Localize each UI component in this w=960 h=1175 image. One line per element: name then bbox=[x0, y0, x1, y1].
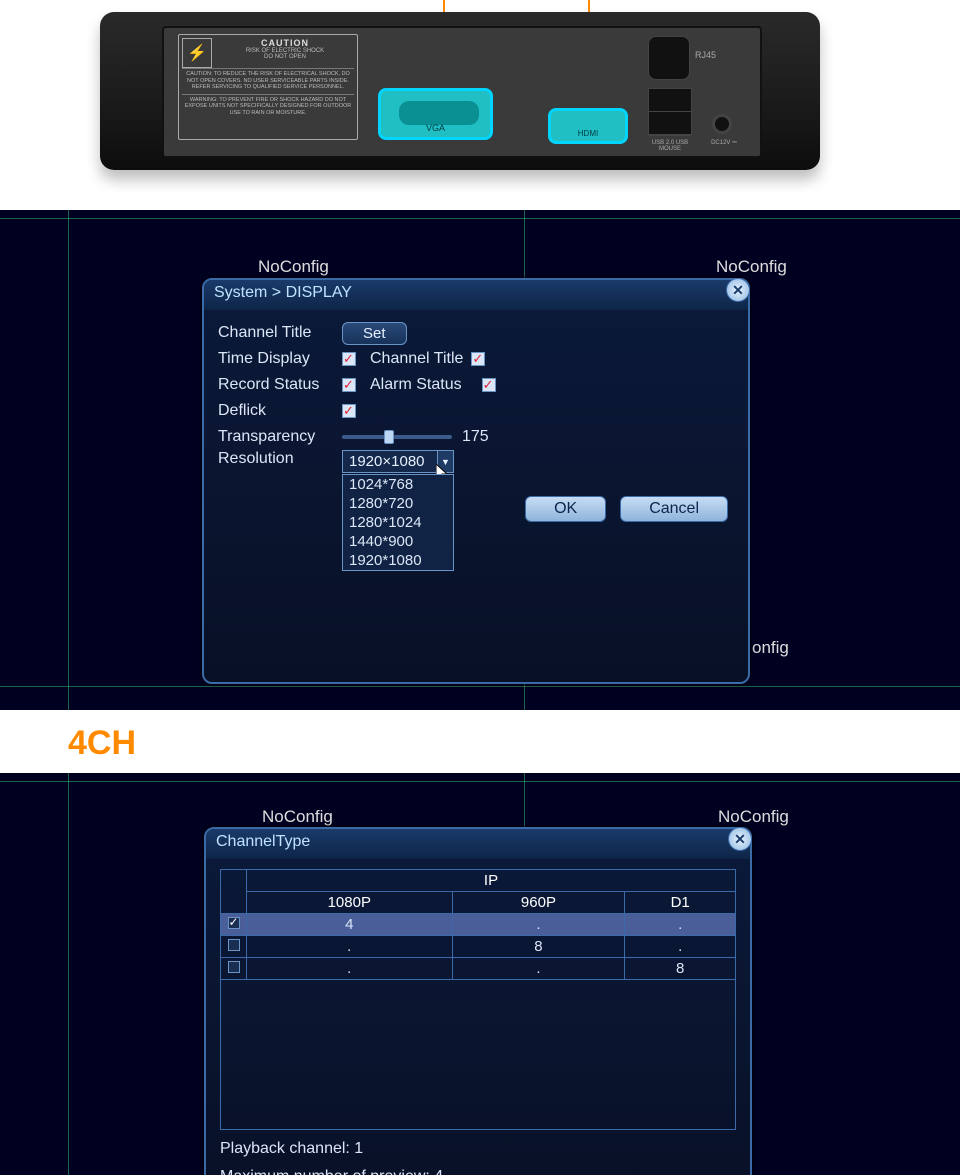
table-cell: 8 bbox=[452, 936, 625, 958]
table-row[interactable]: 4.. bbox=[221, 914, 736, 936]
noconfig-label: NoConfig bbox=[258, 257, 329, 277]
grid-line bbox=[0, 686, 960, 687]
table-cell: . bbox=[247, 936, 453, 958]
grid-line bbox=[68, 773, 69, 1175]
vga-port bbox=[378, 88, 493, 140]
hazard-icon: ⚡ bbox=[182, 38, 212, 68]
resolution-dropdown[interactable]: 1920×1080 ▼ 1024*7681280*7201280*1024144… bbox=[342, 450, 454, 473]
column-header: 1080P bbox=[247, 892, 453, 914]
set-button[interactable]: Set bbox=[342, 322, 407, 345]
usb-ports bbox=[648, 88, 692, 136]
table-cell: . bbox=[452, 914, 625, 936]
channeltype-dialog: ChannelType ✕ IP 1080P960PD1 4...8...8 P… bbox=[204, 827, 752, 1175]
nvr-screen-channeltype: NoConfig NoConfig ChannelType ✕ IP 1080P… bbox=[0, 773, 960, 1175]
dialog-title: ChannelType bbox=[216, 833, 310, 850]
section-heading-4ch: 4CH bbox=[0, 710, 960, 773]
resolution-option[interactable]: 1280*720 bbox=[343, 494, 453, 513]
resolution-option-list: 1024*7681280*7201280*10241440*9001920*10… bbox=[342, 474, 454, 571]
noconfig-label: NoConfig bbox=[716, 257, 787, 277]
table-cell: . bbox=[452, 958, 625, 980]
channel-title-chk-label: Channel Title bbox=[370, 350, 463, 368]
dialog-footer: OK Cancel bbox=[204, 486, 748, 536]
row-checkbox[interactable] bbox=[228, 939, 240, 951]
record-status-label: Record Status bbox=[218, 376, 334, 394]
row-checkbox[interactable] bbox=[228, 917, 240, 929]
record-status-checkbox[interactable] bbox=[342, 378, 356, 392]
ok-button[interactable]: OK bbox=[525, 496, 606, 522]
table-cell: 4 bbox=[247, 914, 453, 936]
table-cell: . bbox=[625, 914, 736, 936]
resolution-selected[interactable]: 1920×1080 ▼ bbox=[342, 450, 454, 473]
grid-line bbox=[68, 210, 69, 710]
max-preview-info: Maximum number of preview: 4 bbox=[220, 1168, 736, 1175]
noconfig-partial-label: onfig bbox=[752, 638, 789, 658]
dialog-titlebar: ChannelType ✕ bbox=[206, 829, 750, 859]
display-settings-dialog: System > DISPLAY ✕ Channel Title Set Tim… bbox=[202, 278, 750, 684]
close-button[interactable]: ✕ bbox=[728, 827, 752, 851]
table-row[interactable]: .8. bbox=[221, 936, 736, 958]
resolution-selected-text: 1920×1080 bbox=[349, 453, 425, 470]
table-empty-area bbox=[221, 980, 736, 1130]
time-display-checkbox[interactable] bbox=[342, 352, 356, 366]
grid-line bbox=[0, 781, 960, 782]
table-cell: . bbox=[625, 936, 736, 958]
noconfig-label: NoConfig bbox=[718, 807, 789, 827]
playback-info: Playback channel: 1 bbox=[220, 1140, 736, 1158]
table-cell: . bbox=[247, 958, 453, 980]
time-display-label: Time Display bbox=[218, 350, 334, 368]
rj45-port bbox=[648, 36, 690, 80]
table-cell: 8 bbox=[625, 958, 736, 980]
device-back-panel: ⚡ CAUTION RISK OF ELECTRIC SHOCK DO NOT … bbox=[0, 0, 960, 210]
grid-line bbox=[0, 218, 960, 219]
column-header: 960P bbox=[452, 892, 625, 914]
alarm-status-checkbox[interactable] bbox=[482, 378, 496, 392]
usb-label: USB 2.0 USB MOUSE bbox=[648, 140, 692, 152]
resolution-label: Resolution bbox=[218, 450, 334, 468]
channel-title-checkbox[interactable] bbox=[471, 352, 485, 366]
dialog-body: Channel Title Set Time Display Channel T… bbox=[204, 310, 748, 486]
dialog-titlebar: System > DISPLAY ✕ bbox=[204, 280, 748, 310]
noconfig-label: NoConfig bbox=[262, 807, 333, 827]
caution-label: ⚡ CAUTION RISK OF ELECTRIC SHOCK DO NOT … bbox=[178, 34, 358, 140]
channel-type-table: IP 1080P960PD1 4...8...8 bbox=[220, 869, 736, 1130]
alarm-status-label: Alarm Status bbox=[370, 376, 462, 394]
ip-header: IP bbox=[247, 870, 736, 892]
hdmi-port bbox=[548, 108, 628, 144]
table-row[interactable]: ..8 bbox=[221, 958, 736, 980]
deflick-label: Deflick bbox=[218, 402, 334, 420]
transparency-label: Transparency bbox=[218, 428, 334, 446]
close-icon: ✕ bbox=[734, 831, 746, 848]
rj45-label: RJ45 bbox=[695, 50, 716, 60]
dialog-body: IP 1080P960PD1 4...8...8 Playback channe… bbox=[206, 859, 750, 1175]
resolution-option[interactable]: 1024*768 bbox=[343, 475, 453, 494]
row-checkbox[interactable] bbox=[228, 961, 240, 973]
transparency-slider[interactable] bbox=[342, 435, 452, 439]
dc-jack bbox=[712, 114, 732, 134]
resolution-option[interactable]: 1920*1080 bbox=[343, 551, 453, 570]
close-button[interactable]: ✕ bbox=[726, 278, 750, 302]
chevron-down-icon: ▼ bbox=[437, 451, 453, 472]
caution-warn2: WARNING: TO PREVENT FIRE OR SHOCK HAZARD… bbox=[182, 94, 354, 117]
dc-label: DC12V ⎓ bbox=[706, 140, 742, 146]
heading-text: 4CH bbox=[68, 724, 136, 762]
close-icon: ✕ bbox=[732, 282, 744, 299]
resolution-option[interactable]: 1280*1024 bbox=[343, 513, 453, 532]
cancel-button[interactable]: Cancel bbox=[620, 496, 728, 522]
nvr-screen-display: NoConfig NoConfig onfig System > DISPLAY… bbox=[0, 210, 960, 710]
transparency-value: 175 bbox=[462, 428, 489, 446]
caution-warn1: CAUTION: TO REDUCE THE RISK OF ELECTRICA… bbox=[182, 68, 354, 91]
resolution-option[interactable]: 1440*900 bbox=[343, 532, 453, 551]
nvr-device-body: ⚡ CAUTION RISK OF ELECTRIC SHOCK DO NOT … bbox=[100, 12, 820, 170]
dialog-title: System > DISPLAY bbox=[214, 284, 352, 301]
channel-title-label: Channel Title bbox=[218, 324, 334, 342]
column-header: D1 bbox=[625, 892, 736, 914]
deflick-checkbox[interactable] bbox=[342, 404, 356, 418]
slider-thumb[interactable] bbox=[384, 430, 394, 444]
